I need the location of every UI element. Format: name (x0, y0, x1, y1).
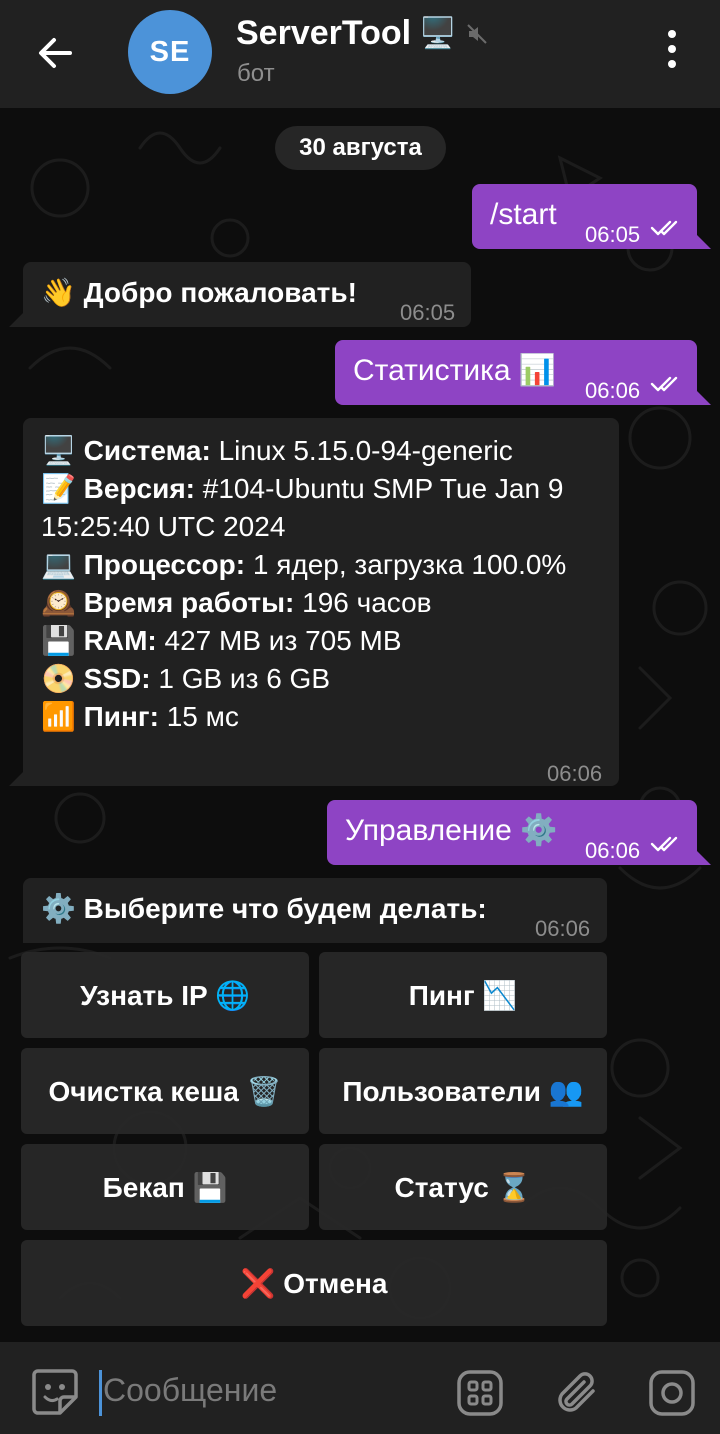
avatar[interactable]: SE (128, 10, 212, 94)
double-check-icon (650, 836, 678, 852)
message-time: 06:06 (585, 838, 641, 863)
chat-title-emoji: 🖥️ (419, 17, 457, 50)
inline-button-status[interactable]: Статус ⌛ (319, 1144, 607, 1230)
message-time: 06:06 (547, 761, 603, 786)
message-text: Управление ⚙️ (345, 814, 558, 847)
message-text: /start (490, 198, 557, 231)
date-separator: 30 августа (275, 126, 446, 170)
message-input[interactable]: Сообщение (103, 1372, 277, 1409)
stat-line-system: 🖥️ Система: Linux 5.15.0-94-generic (41, 435, 513, 466)
chat-header: SE ServerTool 🖥️ бот (0, 0, 720, 108)
outgoing-message[interactable]: Статистика 📊 06:06 (335, 340, 711, 405)
outgoing-message[interactable]: /start 06:05 (472, 184, 711, 249)
inline-button-cancel[interactable]: ❌ Отмена (21, 1240, 607, 1326)
message-time: 06:05 (400, 300, 456, 325)
incoming-message[interactable]: ⚙️ Выберите что будем делать: 06:06 (23, 878, 607, 943)
chat-title-text: ServerTool (236, 14, 412, 52)
message-text: ⚙️ Выберите что будем делать: (41, 893, 487, 924)
stat-line-ping: 📶 Пинг: 15 мс (41, 701, 239, 732)
message-input-bar: Сообщение (0, 1342, 720, 1434)
message-time: 06:06 (535, 916, 591, 941)
stat-line-ssd: 📀 SSD: 1 GB из 6 GB (41, 663, 330, 694)
outgoing-message[interactable]: Управление ⚙️ 06:06 (327, 800, 711, 865)
chat-area[interactable]: 30 августа /start 06:05 👋 Добро пожалова… (0, 108, 720, 1342)
message-text: 👋 Добро пожаловать! (41, 277, 357, 308)
sticker-icon[interactable] (30, 1367, 80, 1417)
bot-commands-icon[interactable] (456, 1369, 504, 1417)
stat-line-uptime: 🕰️ Время работы: 196 часов (41, 587, 432, 618)
stats-lines: 🖥️ Система: Linux 5.15.0-94-generic 📝 Ве… (41, 432, 606, 736)
message-text: Статистика 📊 (353, 354, 557, 387)
inline-button-backup[interactable]: Бекап 💾 (21, 1144, 309, 1230)
inline-button-get-ip[interactable]: Узнать IP 🌐 (21, 952, 309, 1038)
double-check-icon (650, 220, 678, 236)
double-check-icon (650, 376, 678, 392)
camera-icon[interactable] (648, 1369, 696, 1417)
message-time: 06:05 (585, 222, 641, 247)
inline-button-clear-cache[interactable]: Очистка кеша 🗑️ (21, 1048, 309, 1134)
inline-button-users[interactable]: Пользователи 👥 (319, 1048, 607, 1134)
incoming-message[interactable]: 👋 Добро пожаловать! 06:05 (9, 262, 471, 327)
stat-line-version: 📝 Версия: #104-Ubuntu SMP Tue Jan 9 15:2… (41, 473, 564, 542)
back-arrow-icon[interactable] (30, 30, 80, 76)
message-time: 06:06 (585, 378, 641, 403)
chat-subtitle: бот (237, 60, 275, 87)
attach-icon[interactable] (553, 1369, 601, 1417)
more-vert-icon[interactable] (658, 30, 686, 76)
mute-icon (467, 23, 488, 44)
stat-line-cpu: 💻 Процессор: 1 ядер, загрузка 100.0% (41, 549, 567, 580)
stats-message[interactable]: 🖥️ Система: Linux 5.15.0-94-generic 📝 Ве… (9, 418, 619, 786)
inline-button-ping[interactable]: Пинг 📉 (319, 952, 607, 1038)
chat-title[interactable]: ServerTool 🖥️ (236, 14, 488, 53)
stat-line-ram: 💾 RAM: 427 MB из 705 MB (41, 625, 402, 656)
text-caret (99, 1370, 102, 1416)
